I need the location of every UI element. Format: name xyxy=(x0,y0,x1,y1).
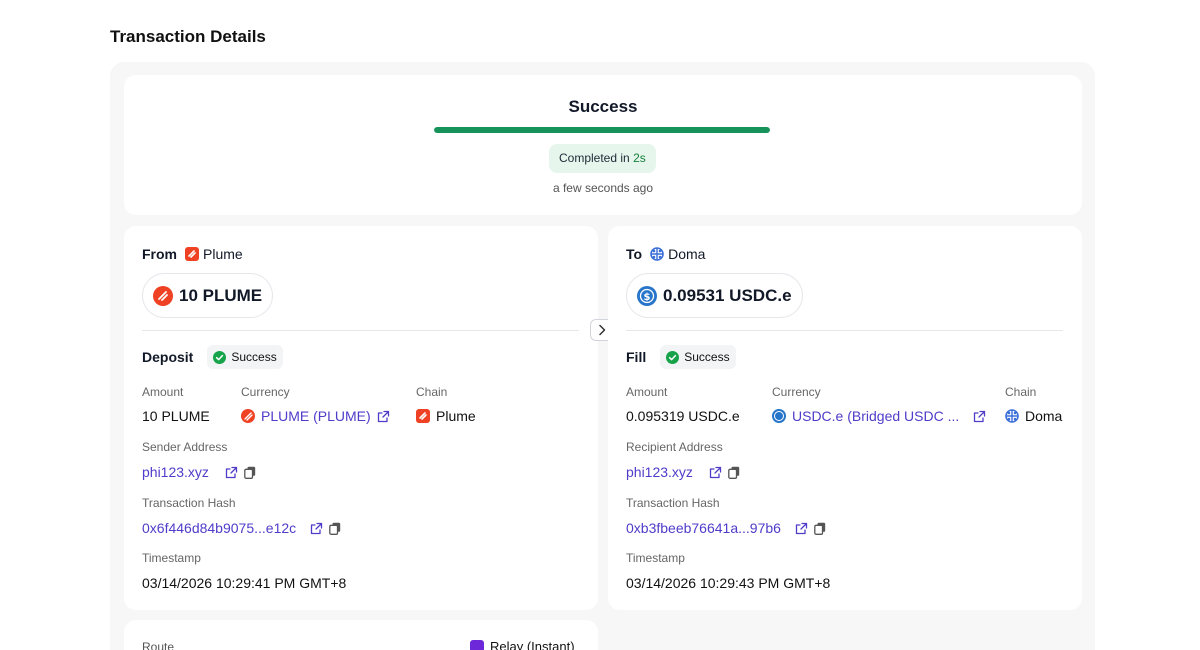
sender-address-label: Sender Address xyxy=(142,440,228,454)
plume-icon xyxy=(241,409,255,423)
from-chain-name: Plume xyxy=(203,246,243,262)
from-amount: 10 PLUME xyxy=(179,285,263,305)
amount-label: Amount xyxy=(626,385,668,399)
external-link-icon[interactable] xyxy=(377,410,390,423)
progress-bar xyxy=(434,127,770,133)
chain-label: Chain xyxy=(416,385,448,399)
amount-label: Amount xyxy=(142,385,184,399)
to-panel: To Doma $ 0.09531 USDC.e Fill Success Am… xyxy=(608,226,1082,610)
timestamp-value: 03/14/2026 10:29:41 PM GMT+8 xyxy=(142,575,347,591)
sender-address-row: phi123.xyz xyxy=(142,464,256,480)
usdc-icon: $ xyxy=(637,285,657,306)
currency-value[interactable]: PLUME (PLUME) xyxy=(261,408,371,424)
page-title: Transaction Details xyxy=(110,27,266,46)
timestamp-value: 03/14/2026 10:29:43 PM GMT+8 xyxy=(626,575,831,591)
currency-label: Currency xyxy=(772,385,821,399)
currency-link[interactable]: USDC.e (Bridged USDC ... xyxy=(772,408,986,424)
tx-hash-row: 0xb3fbeeb76641a...97b6 xyxy=(626,520,826,536)
doma-icon xyxy=(1005,409,1019,423)
route-name: Relay (Instant) xyxy=(490,639,575,650)
sender-address-link[interactable]: phi123.xyz xyxy=(142,464,209,480)
copy-icon[interactable] xyxy=(814,522,826,535)
to-divider xyxy=(626,330,1063,331)
external-link-icon[interactable] xyxy=(795,522,808,535)
fill-header: Fill Success xyxy=(626,345,736,369)
route-value: Relay (Instant) xyxy=(470,639,575,650)
from-divider xyxy=(142,330,579,331)
currency-link[interactable]: PLUME (PLUME) xyxy=(241,408,390,424)
from-chain: Plume xyxy=(185,246,243,262)
progress-fill xyxy=(434,127,770,133)
tx-hash-link[interactable]: 0xb3fbeeb76641a...97b6 xyxy=(626,520,781,536)
relay-icon xyxy=(470,639,484,650)
usdc-icon xyxy=(772,409,786,423)
to-amount-pill: $ 0.09531 USDC.e xyxy=(626,273,803,318)
recipient-address-link[interactable]: phi123.xyz xyxy=(626,464,693,480)
completed-duration: 2s xyxy=(633,151,646,165)
external-link-icon[interactable] xyxy=(709,466,722,479)
currency-value[interactable]: USDC.e (Bridged USDC ... xyxy=(792,408,959,424)
tx-hash-label: Transaction Hash xyxy=(626,496,720,510)
copy-icon[interactable] xyxy=(244,466,256,479)
from-header: From Plume xyxy=(142,246,243,262)
timestamp-label: Timestamp xyxy=(626,551,685,565)
chevron-right-icon xyxy=(599,324,606,336)
plume-icon xyxy=(416,409,430,423)
status-card: Success Completed in 2s a few seconds ag… xyxy=(124,75,1082,215)
currency-label: Currency xyxy=(241,385,290,399)
status-time-ago: a few seconds ago xyxy=(552,181,654,195)
to-label: To xyxy=(626,246,643,262)
amount-value: 10 PLUME xyxy=(142,408,210,424)
tx-hash-link[interactable]: 0x6f446d84b9075...e12c xyxy=(142,520,296,536)
status-title: Success xyxy=(568,97,638,116)
deposit-header: Deposit Success xyxy=(142,345,283,369)
check-circle-icon xyxy=(666,350,680,364)
route-card: Route Relay (Instant) xyxy=(124,620,598,650)
chain-value: Doma xyxy=(1025,408,1063,424)
to-chain-name: Doma xyxy=(668,246,706,262)
fill-status-badge: Success xyxy=(660,345,736,369)
tx-hash-label: Transaction Hash xyxy=(142,496,236,510)
to-chain: Doma xyxy=(650,246,705,262)
recipient-address-row: phi123.xyz xyxy=(626,464,740,480)
to-amount: 0.09531 USDC.e xyxy=(663,285,792,305)
deposit-label: Deposit xyxy=(142,349,194,365)
plume-icon xyxy=(185,247,199,261)
deposit-status-badge: Success xyxy=(207,345,283,369)
amount-value: 0.095319 USDC.e xyxy=(626,408,740,424)
plume-icon xyxy=(153,285,173,306)
check-circle-icon xyxy=(213,350,227,364)
doma-icon xyxy=(650,247,664,261)
to-header: To Doma xyxy=(626,246,705,262)
external-link-icon[interactable] xyxy=(225,466,238,479)
from-amount-pill: 10 PLUME xyxy=(142,273,274,318)
completed-badge: Completed in 2s xyxy=(549,144,656,173)
chain-value: Plume xyxy=(436,408,476,424)
external-link-icon[interactable] xyxy=(310,522,323,535)
from-panel: From Plume 10 PLUME Deposit Success Amou… xyxy=(124,226,598,610)
recipient-address-label: Recipient Address xyxy=(626,440,723,454)
svg-text:$: $ xyxy=(644,292,651,303)
fill-status: Success xyxy=(684,350,730,364)
chain-field: Plume xyxy=(416,408,476,424)
copy-icon[interactable] xyxy=(728,466,740,479)
chain-label: Chain xyxy=(1005,385,1037,399)
chain-field: Doma xyxy=(1005,408,1062,424)
fill-label: Fill xyxy=(626,349,647,365)
copy-icon[interactable] xyxy=(329,522,341,535)
timestamp-label: Timestamp xyxy=(142,551,201,565)
external-link-icon[interactable] xyxy=(973,410,986,423)
deposit-status: Success xyxy=(231,350,277,364)
tx-hash-row: 0x6f446d84b9075...e12c xyxy=(142,520,341,536)
route-label: Route xyxy=(142,640,175,650)
completed-prefix: Completed in xyxy=(559,151,630,165)
from-label: From xyxy=(142,246,177,262)
